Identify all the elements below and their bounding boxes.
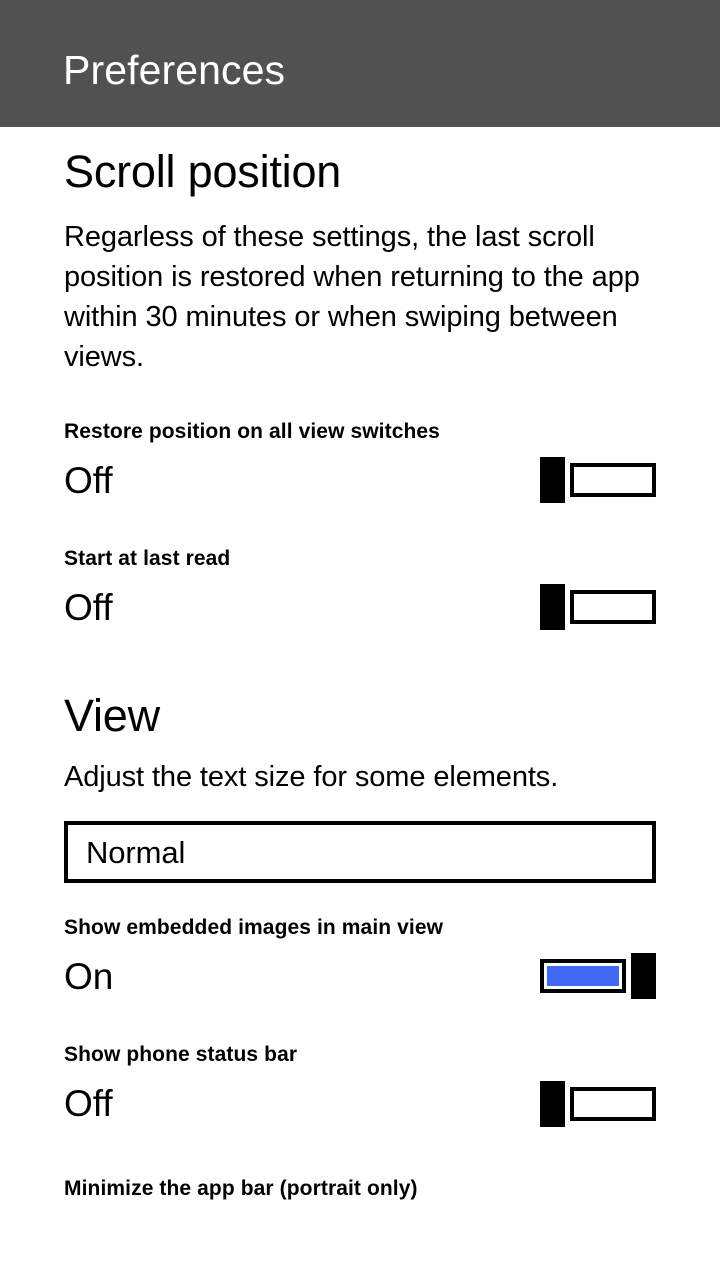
setting-value-show-phone-status-bar: Off xyxy=(64,1083,113,1125)
setting-restore-position: Restore position on all view switches Of… xyxy=(64,419,656,508)
setting-label-start-at-last-read: Start at last read xyxy=(64,547,231,571)
setting-row-show-embedded-images: On xyxy=(64,948,656,1004)
toggle-restore-position[interactable] xyxy=(540,456,656,504)
setting-row-show-phone-status-bar: Off xyxy=(64,1076,656,1132)
setting-value-show-embedded-images: On xyxy=(64,955,114,997)
settings-scroll-container[interactable]: Scroll position Regarless of these setti… xyxy=(0,127,720,1280)
toggle-thumb-icon xyxy=(631,953,656,1000)
section-heading-scroll-position: Scroll position xyxy=(64,146,342,197)
toggle-track-icon xyxy=(570,463,656,498)
text-size-select-value: Normal xyxy=(86,834,186,870)
toggle-thumb-icon xyxy=(540,457,565,504)
toggle-fill-icon xyxy=(547,966,619,987)
toggle-start-at-last-read[interactable] xyxy=(540,583,656,631)
setting-label-show-phone-status-bar: Show phone status bar xyxy=(64,1043,298,1067)
setting-start-at-last-read: Start at last read Off xyxy=(64,546,656,635)
toggle-show-phone-status-bar[interactable] xyxy=(540,1080,656,1128)
app-bar: Preferences xyxy=(0,0,720,127)
toggle-track-icon xyxy=(570,1086,656,1121)
preferences-screen: Preferences Scroll position Regarless of… xyxy=(0,0,720,1280)
setting-show-phone-status-bar: Show phone status bar Off xyxy=(64,1042,656,1131)
text-size-select[interactable]: Normal xyxy=(64,821,656,884)
toggle-track-icon xyxy=(570,590,656,625)
setting-row-start-at-last-read: Off xyxy=(64,579,656,635)
section-heading-view: View xyxy=(64,690,160,742)
section-description-view: Adjust the text size for some elements. xyxy=(64,761,559,794)
toggle-thumb-icon xyxy=(540,584,565,631)
setting-value-restore-position: Off xyxy=(64,459,113,501)
setting-row-restore-position: Off xyxy=(64,452,656,508)
page-title: Preferences xyxy=(63,47,286,93)
setting-value-start-at-last-read: Off xyxy=(64,586,113,628)
setting-label-minimize-app-bar: Minimize the app bar (portrait only) xyxy=(64,1176,418,1200)
section-description-scroll-position: Regarless of these settings, the last sc… xyxy=(64,220,640,373)
toggle-show-embedded-images[interactable] xyxy=(540,952,656,1000)
setting-label-restore-position: Restore position on all view switches xyxy=(64,419,440,443)
setting-show-embedded-images: Show embedded images in main view On xyxy=(64,915,656,1004)
setting-label-show-embedded-images: Show embedded images in main view xyxy=(64,916,444,940)
toggle-thumb-icon xyxy=(540,1080,565,1127)
setting-minimize-app-bar: Minimize the app bar (portrait only) xyxy=(64,1176,656,1201)
